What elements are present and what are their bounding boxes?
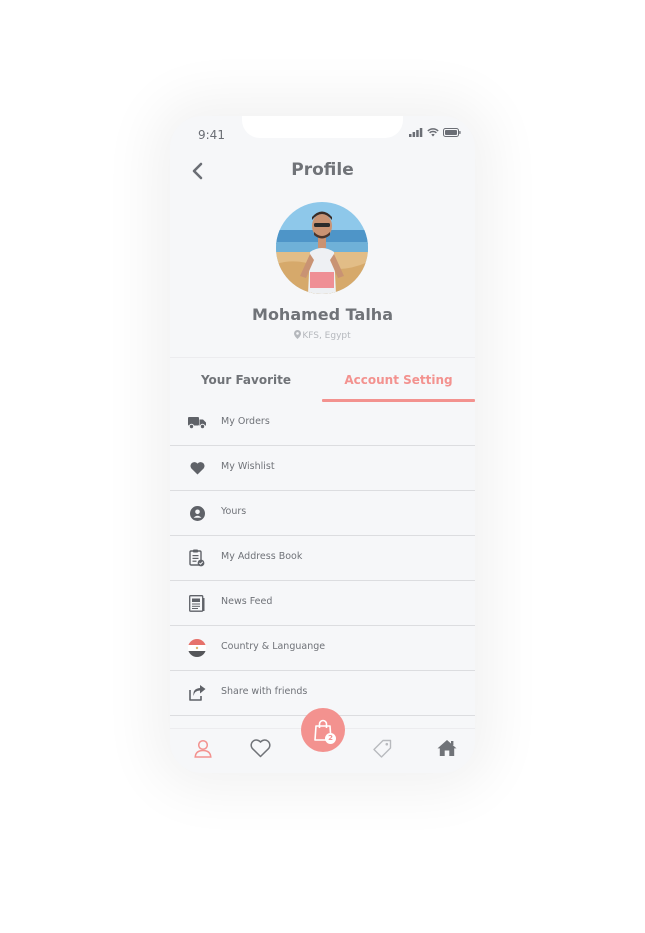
wifi-icon	[427, 128, 439, 137]
truck-icon	[187, 414, 207, 432]
signal-icon	[409, 128, 423, 137]
settings-menu: My Orders My Wishlist Yours My Address B…	[170, 401, 475, 716]
share-icon	[187, 684, 207, 702]
menu-item-label: My Wishlist	[221, 461, 275, 472]
user-circle-icon	[187, 504, 207, 522]
clipboard-check-icon	[187, 549, 207, 567]
menu-item-label: My Orders	[221, 416, 270, 427]
menu-item-label: Yours	[221, 506, 247, 517]
menu-item-label: Country & Languange	[221, 641, 326, 652]
cart-count-badge: 2	[325, 733, 336, 744]
newspaper-icon	[187, 594, 207, 612]
menu-item-label: My Address Book	[221, 551, 303, 562]
avatar[interactable]	[276, 202, 368, 294]
profile-name: Mohamed Talha	[252, 305, 393, 324]
tab-account-setting[interactable]: Account Setting	[322, 358, 475, 402]
profile-tabs: Your Favorite Account Setting	[170, 357, 475, 402]
phone-notch	[242, 116, 403, 138]
battery-icon	[443, 128, 461, 137]
status-bar: 9:41	[170, 116, 475, 152]
heart-outline-icon[interactable]	[250, 739, 271, 758]
menu-item-news-feed[interactable]: News Feed	[170, 581, 475, 626]
tag-icon[interactable]	[373, 739, 392, 758]
avatar-photo	[276, 202, 368, 294]
map-pin-icon	[294, 330, 302, 339]
menu-item-label: Share with friends	[221, 686, 308, 697]
menu-item-my-wishlist[interactable]: My Wishlist	[170, 446, 475, 491]
heart-icon	[187, 459, 207, 477]
menu-item-my-orders[interactable]: My Orders	[170, 401, 475, 446]
phone-frame: 9:41 Profile Mohamed Talha KFS, Egypt Yo…	[170, 116, 475, 773]
profile-location: KFS, Egypt	[170, 330, 475, 341]
status-icons	[409, 128, 461, 137]
profile-icon[interactable]	[194, 739, 212, 758]
status-time: 9:41	[198, 128, 225, 142]
menu-item-label: News Feed	[221, 596, 273, 607]
menu-item-yours[interactable]: Yours	[170, 491, 475, 536]
egypt-flag-icon	[187, 639, 207, 657]
menu-item-country-language[interactable]: Country & Languange	[170, 626, 475, 671]
home-icon[interactable]	[437, 739, 457, 757]
tab-your-favorite[interactable]: Your Favorite	[170, 358, 322, 402]
menu-item-address-book[interactable]: My Address Book	[170, 536, 475, 581]
page-title: Profile	[291, 160, 354, 180]
cart-button[interactable]: 2	[301, 708, 345, 752]
location-text: KFS, Egypt	[302, 331, 351, 341]
